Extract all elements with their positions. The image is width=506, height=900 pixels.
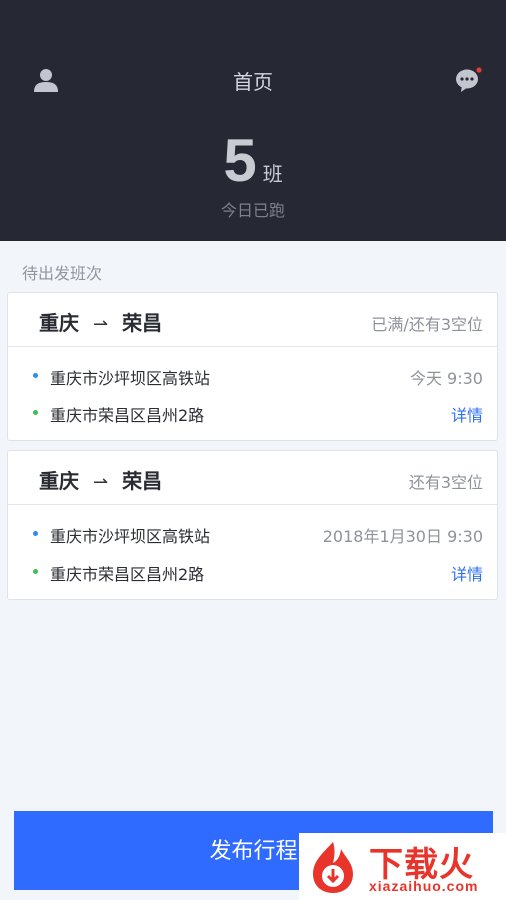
- end-place: 重庆市荣昌区昌州2路: [50, 565, 205, 584]
- detail-link[interactable]: 详情: [451, 402, 483, 426]
- start-dot-icon: [33, 531, 38, 536]
- departure-time: 今天 9:30: [409, 369, 483, 388]
- trip-card-header: 重庆 ⇀ 荣昌 已满/还有3空位: [8, 293, 497, 347]
- route-from: 重庆: [39, 469, 79, 493]
- end-dot-icon: [33, 410, 38, 415]
- notification-badge: [476, 67, 482, 73]
- trip-card[interactable]: 重庆 ⇀ 荣昌 还有3空位 重庆市沙坪坝区高铁站 2018年1月30日 9:30 重…: [7, 450, 498, 600]
- route-to: 荣昌: [122, 469, 163, 493]
- end-row: 重庆市荣昌区昌州2路 详情: [8, 400, 497, 426]
- trip-card[interactable]: 重庆 ⇀ 荣昌 已满/还有3空位 重庆市沙坪坝区高铁站 今天 9:30 重庆市荣昌区…: [7, 292, 498, 441]
- route: 重庆 ⇀ 荣昌: [39, 465, 162, 494]
- watermark: 下载火 xiazaihuo.com: [299, 833, 506, 900]
- route-to: 荣昌: [122, 311, 163, 335]
- watermark-url: xiazaihuo.com: [369, 878, 479, 894]
- route-from: 重庆: [39, 311, 79, 335]
- start-row: 重庆市沙坪坝区高铁站 今天 9:30: [8, 363, 497, 389]
- trip-card-header: 重庆 ⇀ 荣昌 还有3空位: [8, 451, 497, 505]
- end-place: 重庆市荣昌区昌州2路: [50, 406, 205, 425]
- start-dot-icon: [33, 373, 38, 378]
- seat-status: 已满/还有3空位: [371, 315, 483, 334]
- route-arrow-icon: ⇀: [93, 314, 109, 335]
- route: 重庆 ⇀ 荣昌: [39, 307, 162, 336]
- message-icon[interactable]: [455, 67, 483, 93]
- seat-status: 还有3空位: [408, 473, 483, 492]
- end-dot-icon: [33, 569, 38, 574]
- nav-bar: 首页: [0, 50, 506, 108]
- trip-count: 5: [223, 127, 257, 194]
- section-title: 待出发班次: [22, 264, 103, 283]
- trip-count-unit: 班: [262, 162, 283, 186]
- flame-logo-icon: [313, 842, 353, 893]
- header: 首页 5班 今日已跑: [0, 0, 506, 241]
- page-title: 首页: [233, 70, 273, 94]
- start-row: 重庆市沙坪坝区高铁站 2018年1月30日 9:30: [8, 521, 497, 547]
- route-arrow-icon: ⇀: [93, 472, 109, 493]
- departure-time: 2018年1月30日 9:30: [322, 527, 483, 546]
- end-row: 重庆市荣昌区昌州2路 详情: [8, 559, 497, 585]
- daily-stats: 5班 今日已跑: [0, 126, 506, 221]
- start-place: 重庆市沙坪坝区高铁站: [50, 369, 211, 388]
- trip-count-label: 今日已跑: [220, 201, 285, 220]
- detail-link[interactable]: 详情: [451, 561, 483, 585]
- start-place: 重庆市沙坪坝区高铁站: [50, 527, 211, 546]
